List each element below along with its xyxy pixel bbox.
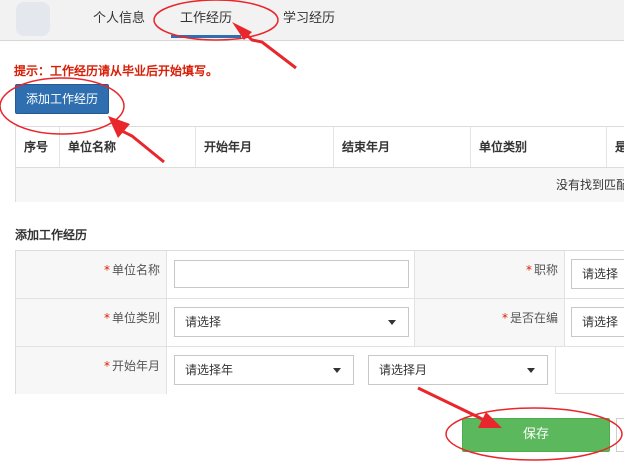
on-staff-select-value: 请选择 <box>582 315 619 329</box>
on-staff-select[interactable]: 请选择 <box>571 307 624 337</box>
unit-name-input[interactable] <box>174 260 409 288</box>
start-date-cell: 请选择年 请选择月 <box>167 347 556 394</box>
on-staff-cell: 请选择 <box>565 299 624 346</box>
start-date-label: * 开始年月 <box>16 347 167 394</box>
required-mark: * <box>103 311 110 325</box>
column-header-more: 是 <box>615 140 624 154</box>
secondary-button-edge[interactable] <box>616 418 624 452</box>
title-select-value: 请选择 <box>582 267 619 281</box>
title-label: * 职称 <box>415 251 565 298</box>
unit-name-cell <box>167 251 415 298</box>
start-month-select[interactable]: 请选择月 <box>368 355 548 385</box>
on-staff-label: * 是否在编 <box>415 299 565 346</box>
avatar <box>16 2 50 36</box>
column-header-unit-type: 单位类别 <box>471 127 607 167</box>
start-year-select[interactable]: 请选择年 <box>174 355 354 385</box>
unit-name-label: * 单位名称 <box>16 251 167 298</box>
title-select[interactable]: 请选择 <box>571 259 624 289</box>
unit-name-label-text: 单位名称 <box>111 263 160 277</box>
form-row-unit-name: * 单位名称 * 职称 请选择 <box>16 251 624 299</box>
start-year-select-value: 请选择年 <box>185 363 234 377</box>
table-empty-row: 没有找到匹配 <box>16 168 624 202</box>
unit-type-select[interactable]: 请选择 <box>174 307 409 337</box>
tab-education[interactable]: 学习经历 <box>276 0 342 38</box>
required-mark: * <box>103 263 110 277</box>
column-header-start-date: 开始年月 <box>196 127 334 167</box>
form-row-start-date: * 开始年月 请选择年 请选择月 <box>16 347 624 394</box>
empty-message: 没有找到匹配 <box>556 178 624 192</box>
hint-text: 提示：工作经历请从毕业后开始填写。 <box>14 64 219 78</box>
save-button[interactable]: 保存 <box>462 418 610 452</box>
required-mark: * <box>501 311 508 325</box>
start-date-label-text: 开始年月 <box>111 359 160 373</box>
work-experience-table: 序号 单位名称 开始年月 结束年月 单位类别 是 没有找到匹配 <box>15 126 624 202</box>
column-header-end-date: 结束年月 <box>334 127 471 167</box>
column-header-index: 序号 <box>16 127 60 167</box>
on-staff-label-text: 是否在编 <box>509 311 558 325</box>
required-mark: * <box>525 263 532 277</box>
top-tab-bar: 个人信息 工作经历 学习经历 <box>0 0 624 41</box>
unit-type-cell: 请选择 <box>167 299 415 346</box>
chevron-down-icon <box>388 320 396 325</box>
tab-work-experience[interactable]: 工作经历 <box>171 0 241 38</box>
form-title: 添加工作经历 <box>15 228 88 242</box>
table-header: 序号 单位名称 开始年月 结束年月 单位类别 是 <box>16 127 624 168</box>
unit-type-label-text: 单位类别 <box>111 311 160 325</box>
chevron-down-icon <box>333 368 341 373</box>
unit-type-select-value: 请选择 <box>185 315 222 329</box>
title-cell: 请选择 <box>565 251 624 298</box>
chevron-down-icon <box>527 368 535 373</box>
title-label-text: 职称 <box>533 263 558 277</box>
required-mark: * <box>103 359 110 373</box>
unit-type-label: * 单位类别 <box>16 299 167 346</box>
tab-personal-info[interactable]: 个人信息 <box>86 0 152 38</box>
form-row-unit-type: * 单位类别 请选择 * 是否在编 请选择 <box>16 299 624 347</box>
start-month-select-value: 请选择月 <box>379 363 428 377</box>
add-work-experience-button[interactable]: 添加工作经历 <box>15 84 109 114</box>
column-header-unit-name: 单位名称 <box>60 127 196 167</box>
add-work-experience-form: * 单位名称 * 职称 请选择 * 单位类别 请选择 * 是否在编 请选择 * … <box>15 250 624 394</box>
